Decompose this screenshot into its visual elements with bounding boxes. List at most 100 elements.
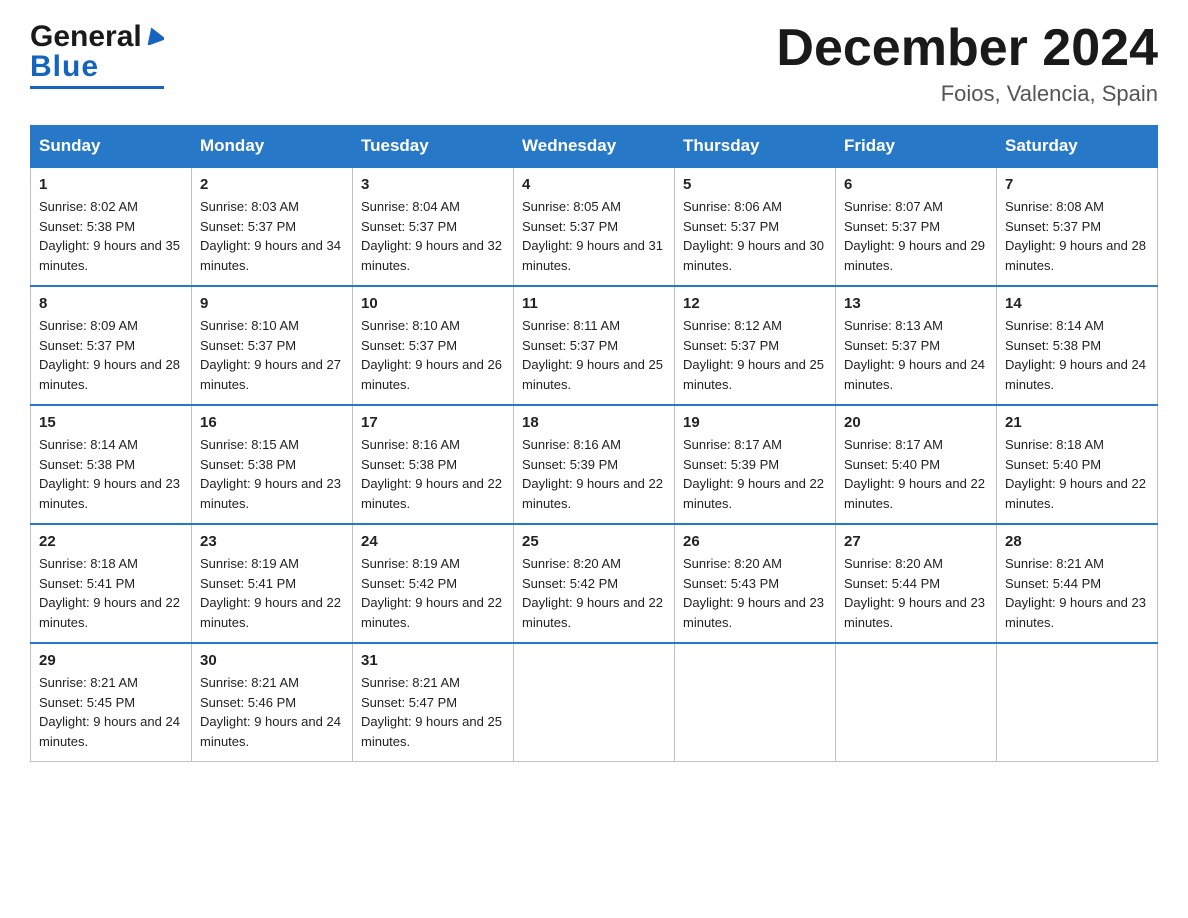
day-info: Sunrise: 8:07 AMSunset: 5:37 PMDaylight:… (844, 199, 985, 273)
day-number: 17 (361, 414, 505, 431)
day-info: Sunrise: 8:05 AMSunset: 5:37 PMDaylight:… (522, 199, 663, 273)
table-cell: 11 Sunrise: 8:11 AMSunset: 5:37 PMDaylig… (514, 286, 675, 405)
day-info: Sunrise: 8:14 AMSunset: 5:38 PMDaylight:… (1005, 318, 1146, 392)
day-number: 26 (683, 533, 827, 550)
logo-blue: Blue (30, 50, 99, 84)
table-cell: 23 Sunrise: 8:19 AMSunset: 5:41 PMDaylig… (192, 524, 353, 643)
header-monday: Monday (192, 126, 353, 168)
day-info: Sunrise: 8:11 AMSunset: 5:37 PMDaylight:… (522, 318, 663, 392)
table-cell: 30 Sunrise: 8:21 AMSunset: 5:46 PMDaylig… (192, 643, 353, 762)
day-number: 7 (1005, 176, 1149, 193)
table-cell: 3 Sunrise: 8:04 AMSunset: 5:37 PMDayligh… (353, 167, 514, 286)
day-number: 18 (522, 414, 666, 431)
day-info: Sunrise: 8:15 AMSunset: 5:38 PMDaylight:… (200, 437, 341, 511)
day-number: 14 (1005, 295, 1149, 312)
day-info: Sunrise: 8:14 AMSunset: 5:38 PMDaylight:… (39, 437, 180, 511)
table-cell: 14 Sunrise: 8:14 AMSunset: 5:38 PMDaylig… (997, 286, 1158, 405)
table-cell: 19 Sunrise: 8:17 AMSunset: 5:39 PMDaylig… (675, 405, 836, 524)
day-number: 1 (39, 176, 183, 193)
day-number: 25 (522, 533, 666, 550)
week-row-3: 15 Sunrise: 8:14 AMSunset: 5:38 PMDaylig… (31, 405, 1158, 524)
week-row-5: 29 Sunrise: 8:21 AMSunset: 5:45 PMDaylig… (31, 643, 1158, 762)
header-tuesday: Tuesday (353, 126, 514, 168)
day-info: Sunrise: 8:04 AMSunset: 5:37 PMDaylight:… (361, 199, 502, 273)
table-cell: 24 Sunrise: 8:19 AMSunset: 5:42 PMDaylig… (353, 524, 514, 643)
day-number: 31 (361, 652, 505, 669)
table-cell: 4 Sunrise: 8:05 AMSunset: 5:37 PMDayligh… (514, 167, 675, 286)
table-cell: 5 Sunrise: 8:06 AMSunset: 5:37 PMDayligh… (675, 167, 836, 286)
logo: General Blue (30, 20, 164, 89)
table-cell: 7 Sunrise: 8:08 AMSunset: 5:37 PMDayligh… (997, 167, 1158, 286)
calendar-table: Sunday Monday Tuesday Wednesday Thursday… (30, 125, 1158, 762)
day-number: 6 (844, 176, 988, 193)
day-info: Sunrise: 8:20 AMSunset: 5:42 PMDaylight:… (522, 556, 663, 630)
table-cell (675, 643, 836, 762)
week-row-4: 22 Sunrise: 8:18 AMSunset: 5:41 PMDaylig… (31, 524, 1158, 643)
day-number: 30 (200, 652, 344, 669)
table-cell (514, 643, 675, 762)
day-number: 23 (200, 533, 344, 550)
table-cell: 26 Sunrise: 8:20 AMSunset: 5:43 PMDaylig… (675, 524, 836, 643)
day-info: Sunrise: 8:10 AMSunset: 5:37 PMDaylight:… (200, 318, 341, 392)
location: Foios, Valencia, Spain (776, 81, 1158, 107)
day-info: Sunrise: 8:19 AMSunset: 5:41 PMDaylight:… (200, 556, 341, 630)
days-header-row: Sunday Monday Tuesday Wednesday Thursday… (31, 126, 1158, 168)
day-info: Sunrise: 8:17 AMSunset: 5:39 PMDaylight:… (683, 437, 824, 511)
table-cell: 10 Sunrise: 8:10 AMSunset: 5:37 PMDaylig… (353, 286, 514, 405)
day-number: 21 (1005, 414, 1149, 431)
table-cell: 20 Sunrise: 8:17 AMSunset: 5:40 PMDaylig… (836, 405, 997, 524)
day-info: Sunrise: 8:21 AMSunset: 5:46 PMDaylight:… (200, 675, 341, 749)
day-info: Sunrise: 8:19 AMSunset: 5:42 PMDaylight:… (361, 556, 502, 630)
day-info: Sunrise: 8:03 AMSunset: 5:37 PMDaylight:… (200, 199, 341, 273)
day-number: 24 (361, 533, 505, 550)
logo-general: General (30, 20, 142, 54)
table-cell: 12 Sunrise: 8:12 AMSunset: 5:37 PMDaylig… (675, 286, 836, 405)
day-number: 29 (39, 652, 183, 669)
table-cell: 15 Sunrise: 8:14 AMSunset: 5:38 PMDaylig… (31, 405, 192, 524)
day-number: 2 (200, 176, 344, 193)
header-wednesday: Wednesday (514, 126, 675, 168)
day-info: Sunrise: 8:20 AMSunset: 5:43 PMDaylight:… (683, 556, 824, 630)
table-cell: 29 Sunrise: 8:21 AMSunset: 5:45 PMDaylig… (31, 643, 192, 762)
table-cell: 2 Sunrise: 8:03 AMSunset: 5:37 PMDayligh… (192, 167, 353, 286)
day-number: 12 (683, 295, 827, 312)
header-thursday: Thursday (675, 126, 836, 168)
header-saturday: Saturday (997, 126, 1158, 168)
table-cell: 13 Sunrise: 8:13 AMSunset: 5:37 PMDaylig… (836, 286, 997, 405)
day-number: 13 (844, 295, 988, 312)
table-cell (997, 643, 1158, 762)
week-row-1: 1 Sunrise: 8:02 AMSunset: 5:38 PMDayligh… (31, 167, 1158, 286)
day-number: 9 (200, 295, 344, 312)
day-info: Sunrise: 8:13 AMSunset: 5:37 PMDaylight:… (844, 318, 985, 392)
day-info: Sunrise: 8:20 AMSunset: 5:44 PMDaylight:… (844, 556, 985, 630)
day-info: Sunrise: 8:08 AMSunset: 5:37 PMDaylight:… (1005, 199, 1146, 273)
day-info: Sunrise: 8:17 AMSunset: 5:40 PMDaylight:… (844, 437, 985, 511)
table-cell: 18 Sunrise: 8:16 AMSunset: 5:39 PMDaylig… (514, 405, 675, 524)
day-info: Sunrise: 8:12 AMSunset: 5:37 PMDaylight:… (683, 318, 824, 392)
day-info: Sunrise: 8:02 AMSunset: 5:38 PMDaylight:… (39, 199, 180, 273)
day-number: 10 (361, 295, 505, 312)
table-cell: 1 Sunrise: 8:02 AMSunset: 5:38 PMDayligh… (31, 167, 192, 286)
table-cell: 8 Sunrise: 8:09 AMSunset: 5:37 PMDayligh… (31, 286, 192, 405)
table-cell (836, 643, 997, 762)
day-number: 8 (39, 295, 183, 312)
day-number: 15 (39, 414, 183, 431)
table-cell: 6 Sunrise: 8:07 AMSunset: 5:37 PMDayligh… (836, 167, 997, 286)
day-info: Sunrise: 8:21 AMSunset: 5:44 PMDaylight:… (1005, 556, 1146, 630)
table-cell: 22 Sunrise: 8:18 AMSunset: 5:41 PMDaylig… (31, 524, 192, 643)
day-info: Sunrise: 8:16 AMSunset: 5:38 PMDaylight:… (361, 437, 502, 511)
header-friday: Friday (836, 126, 997, 168)
header-sunday: Sunday (31, 126, 192, 168)
day-info: Sunrise: 8:09 AMSunset: 5:37 PMDaylight:… (39, 318, 180, 392)
title-area: December 2024 Foios, Valencia, Spain (776, 20, 1158, 107)
table-cell: 9 Sunrise: 8:10 AMSunset: 5:37 PMDayligh… (192, 286, 353, 405)
day-number: 20 (844, 414, 988, 431)
day-number: 27 (844, 533, 988, 550)
month-title: December 2024 (776, 20, 1158, 77)
day-info: Sunrise: 8:16 AMSunset: 5:39 PMDaylight:… (522, 437, 663, 511)
day-number: 5 (683, 176, 827, 193)
logo-underline (30, 86, 164, 89)
day-number: 4 (522, 176, 666, 193)
day-number: 16 (200, 414, 344, 431)
table-cell: 31 Sunrise: 8:21 AMSunset: 5:47 PMDaylig… (353, 643, 514, 762)
